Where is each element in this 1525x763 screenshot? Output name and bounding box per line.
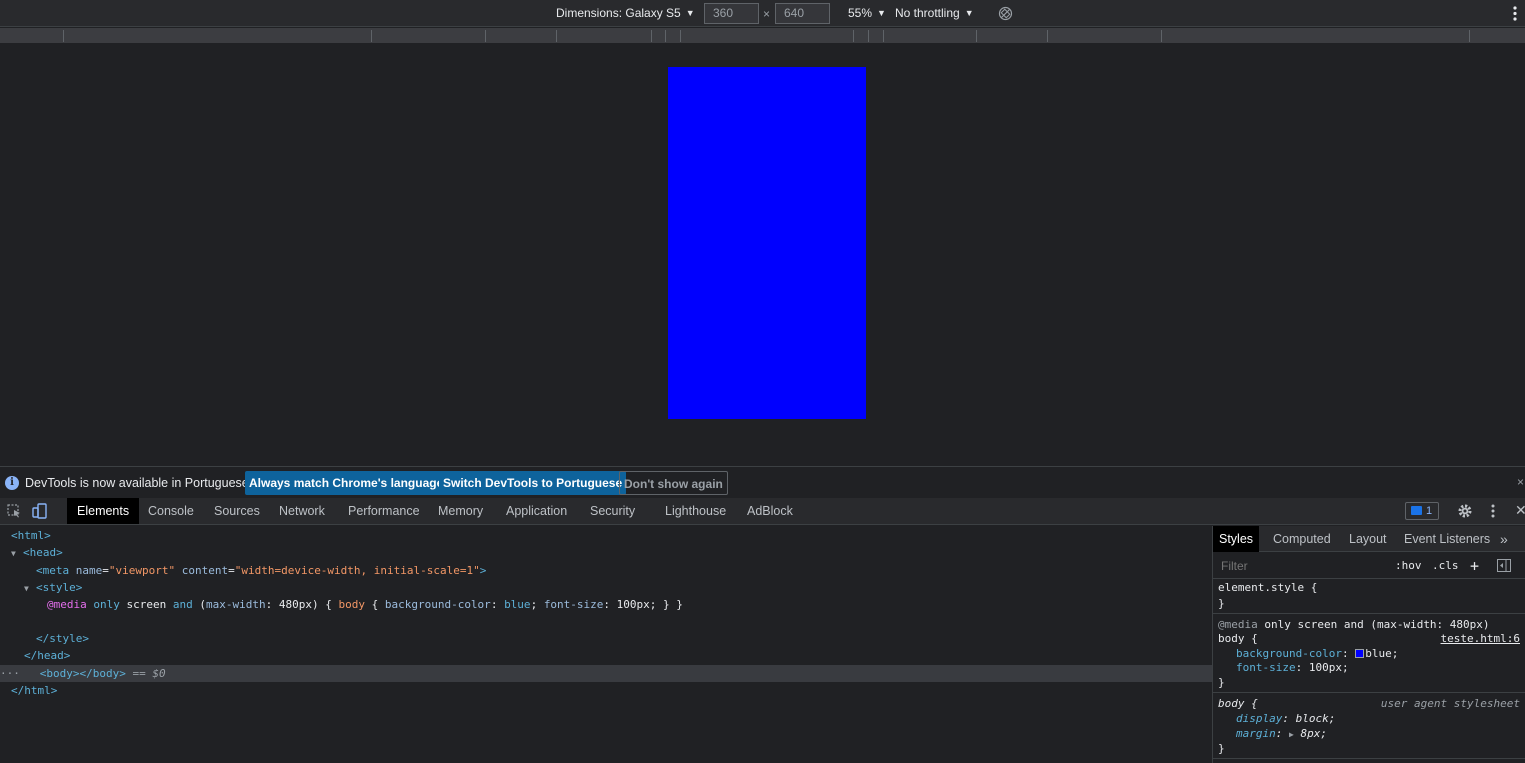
info-icon: i (5, 476, 19, 490)
dimensions-label: Dimensions: Galaxy S5 (556, 6, 681, 20)
elements-dom-tree: <html> ▼ <head> <meta name="viewport" con… (0, 526, 1212, 763)
tab-layout[interactable]: Layout (1349, 526, 1387, 552)
device-screen[interactable] (668, 67, 866, 419)
user-agent-stylesheet-label: user agent stylesheet (1380, 697, 1520, 710)
device-toggle-icon[interactable] (32, 503, 48, 519)
throttling-label: No throttling (895, 6, 960, 20)
media-query-bar[interactable] (0, 28, 1525, 44)
dom-node-style[interactable]: ▼ <style> (24, 579, 82, 596)
tab-lighthouse[interactable]: Lighthouse (665, 498, 726, 524)
tab-memory[interactable]: Memory (438, 498, 483, 524)
element-style-selector[interactable]: element.style { (1218, 580, 1317, 595)
display-declaration: display: block; (1236, 712, 1336, 725)
width-input[interactable]: 360 (704, 3, 759, 24)
more-options-icon[interactable] (1489, 503, 1497, 519)
zoom-label: 55% (848, 6, 873, 20)
cls-toggle[interactable]: .cls (1432, 553, 1459, 579)
new-rule-plus-icon[interactable]: + (1470, 553, 1479, 579)
media-query-header: @media only screen and (max-width: 480px… (1218, 618, 1490, 631)
tab-elements[interactable]: Elements (67, 498, 140, 524)
sidebar-tabs: Styles Computed Layout Event Listeners » (1213, 526, 1525, 552)
body-rule-selector[interactable]: body { (1218, 631, 1258, 646)
dimensions-dropdown[interactable]: Dimensions: Galaxy S5 ▼ (556, 0, 695, 27)
message-icon (1411, 506, 1422, 515)
height-input[interactable]: 640 (775, 3, 830, 24)
more-options-icon[interactable] (1510, 4, 1520, 23)
font-size-declaration[interactable]: font-size: 100px; (1236, 660, 1349, 675)
color-swatch-icon[interactable] (1355, 649, 1365, 658)
caret-down-icon: ▼ (877, 8, 886, 18)
dom-node-html[interactable]: <html> (11, 527, 51, 544)
caret-down-icon: ▼ (964, 8, 974, 18)
device-viewport (0, 45, 1525, 466)
close-infobar-icon[interactable]: × (1517, 467, 1524, 497)
bg-color-declaration[interactable]: background-color: blue; (1236, 646, 1398, 661)
ua-rule-close: } (1218, 742, 1225, 755)
styles-filter-bar: :hov .cls + (1213, 553, 1525, 579)
caret-down-icon: ▼ (685, 8, 695, 18)
language-infobar: i DevTools is now available in Portugues… (0, 466, 1525, 498)
zoom-dropdown[interactable]: 55% ▼ (848, 0, 886, 27)
margin-declaration: margin: ▶ 8px; (1236, 727, 1327, 740)
hov-toggle[interactable]: :hov (1395, 553, 1422, 579)
expanded-triangle-icon[interactable]: ▼ (11, 545, 23, 562)
element-style-close: } (1218, 597, 1225, 610)
inspect-element-icon[interactable] (6, 503, 22, 519)
styles-sidebar: Styles Computed Layout Event Listeners »… (1212, 526, 1525, 763)
dom-node-meta[interactable]: <meta name="viewport" content="width=dev… (36, 562, 486, 579)
dom-node-html-close[interactable]: </html> (11, 682, 57, 699)
dom-node-head[interactable]: ▼ <head> (11, 544, 63, 561)
tab-performance[interactable]: Performance (348, 498, 420, 524)
gear-icon[interactable] (1457, 503, 1473, 519)
tab-styles[interactable]: Styles (1213, 526, 1260, 552)
devtools-tabbar: Elements Console Sources Network Perform… (0, 498, 1525, 525)
dont-show-again-button[interactable]: Don't show again (619, 471, 728, 495)
source-link[interactable]: teste.html:6 (1441, 631, 1520, 646)
tab-network[interactable]: Network (279, 498, 325, 524)
ua-body-selector: body { (1218, 697, 1258, 710)
tab-sources[interactable]: Sources (214, 498, 260, 524)
tab-adblock[interactable]: AdBlock (747, 498, 793, 524)
issues-counter[interactable]: 1 (1405, 502, 1439, 520)
toggle-sidebar-icon[interactable] (1497, 559, 1511, 572)
styles-filter-input[interactable] (1217, 556, 1397, 576)
more-tabs-icon[interactable]: » (1500, 526, 1508, 552)
dom-node-head-close[interactable]: </head> (24, 647, 70, 664)
throttling-dropdown[interactable]: No throttling ▼ (895, 0, 974, 27)
device-toolbar: Dimensions: Galaxy S5 ▼ 360 × 640 55% ▼ No… (0, 0, 1525, 27)
issues-count: 1 (1426, 505, 1433, 517)
tab-application[interactable]: Application (506, 498, 567, 524)
body-rule-close: } (1218, 676, 1225, 689)
infobar-message: DevTools is now available in Portuguese! (25, 476, 253, 490)
dom-node-style-close[interactable]: </style> (36, 630, 89, 647)
always-match-language-button[interactable]: Always match Chrome's language (245, 471, 448, 495)
dom-style-content[interactable]: @media only screen and (max-width: 480px… (47, 596, 683, 613)
switch-to-portuguese-button[interactable]: Switch DevTools to Portuguese (439, 471, 627, 495)
tab-event-listeners[interactable]: Event Listeners (1404, 526, 1490, 552)
times-sign: × (763, 7, 771, 21)
expanded-triangle-icon[interactable]: ▼ (24, 580, 36, 597)
tab-console[interactable]: Console (148, 498, 194, 524)
close-devtools-icon[interactable]: ✕ (1515, 502, 1525, 519)
tab-security[interactable]: Security (590, 498, 635, 524)
dom-node-body-selected[interactable]: ··· <body></body> == $0 (0, 665, 1212, 682)
rotate-icon[interactable] (998, 6, 1013, 21)
tab-computed[interactable]: Computed (1273, 526, 1331, 552)
